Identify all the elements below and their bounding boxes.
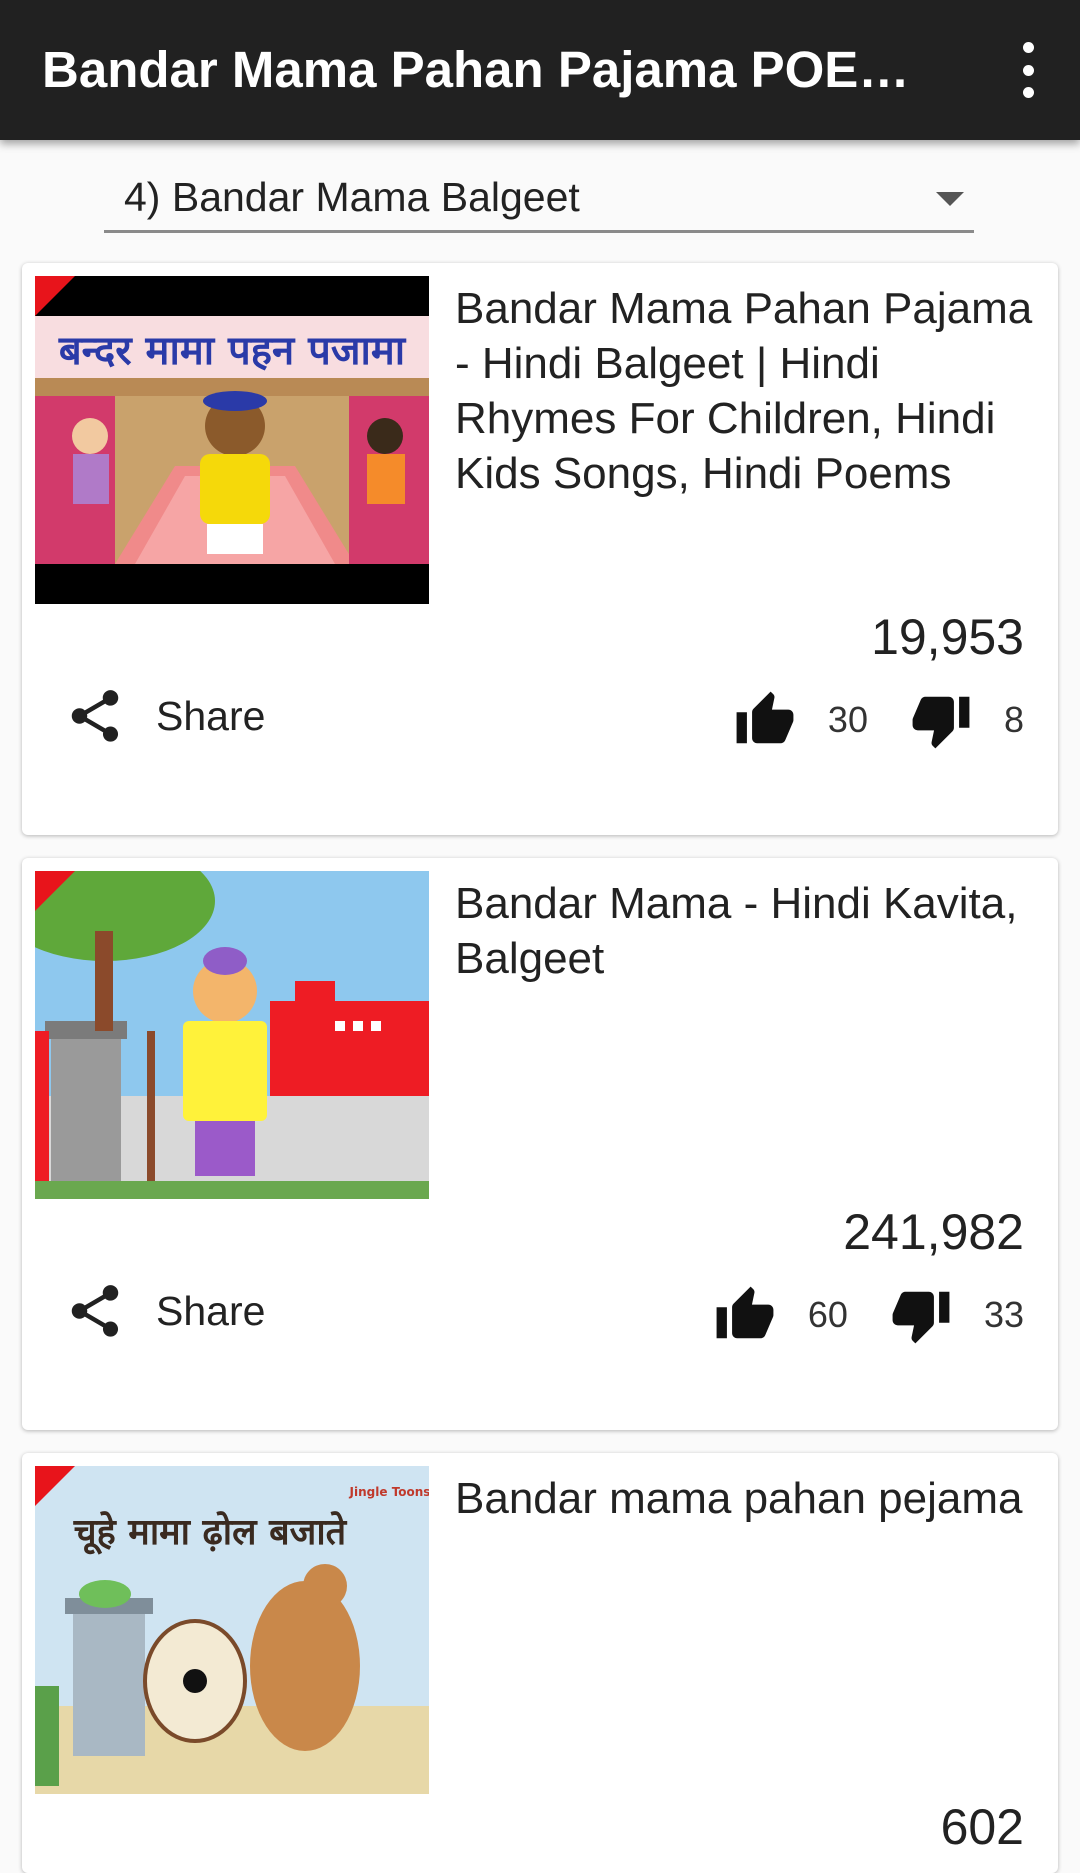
thumbnail-caption: चूहे मामा ढ़ोल बजाते: [73, 1511, 348, 1555]
thumb-up-icon[interactable]: [714, 1284, 776, 1346]
thumb-up-icon[interactable]: [734, 689, 796, 751]
vote-bar: 60 33: [714, 1280, 1024, 1350]
playlist-dropdown[interactable]: 4) Bandar Mama Balgeet: [104, 168, 974, 233]
app-title: Bandar Mama Pahan Pajama POEM...: [42, 41, 942, 98]
corner-ribbon: [35, 1466, 75, 1506]
view-count: 241,982: [843, 1204, 1024, 1260]
like-count: 60: [807, 1294, 848, 1335]
video-card: Bandar Mama - Hindi Kavita, Balgeet 241,…: [22, 858, 1058, 1430]
share-label: Share: [156, 692, 266, 739]
app-bar: Bandar Mama Pahan Pajama POEM...: [0, 0, 1080, 140]
view-count: 19,953: [871, 609, 1024, 665]
thumb-down-icon[interactable]: [890, 1284, 952, 1346]
video-card: बन्दर मामा पहन पजामा Bandar Mama Pahan P…: [22, 263, 1058, 835]
share-label: Share: [156, 1287, 266, 1334]
share-button[interactable]: Share: [64, 681, 265, 751]
video-title[interactable]: Bandar Mama - Hindi Kavita, Balgeet: [455, 876, 1040, 986]
vote-bar: 30 8: [734, 685, 1024, 755]
thumb-down-icon[interactable]: [910, 689, 972, 751]
view-count: 602: [940, 1799, 1024, 1855]
dislike-count: 8: [1003, 699, 1024, 740]
share-button[interactable]: Share: [64, 1276, 265, 1346]
dislike-count: 33: [983, 1294, 1024, 1335]
playlist-dropdown-value: 4) Bandar Mama Balgeet: [124, 174, 580, 220]
video-thumbnail[interactable]: [35, 871, 429, 1199]
corner-ribbon: [35, 871, 75, 911]
like-count: 30: [827, 699, 868, 740]
video-card: चूहे मामा ढ़ोल बजाते Jingle Toons Bandar…: [22, 1453, 1058, 1873]
video-thumbnail[interactable]: बन्दर मामा पहन पजामा: [35, 276, 429, 604]
more-vert-icon[interactable]: [1008, 42, 1048, 98]
dropdown-arrow-icon: [936, 192, 964, 206]
video-title[interactable]: Bandar mama pahan pejama: [455, 1471, 1040, 1526]
thumbnail-logo: Jingle Toons: [349, 1485, 429, 1499]
share-icon: [71, 1285, 119, 1337]
corner-ribbon: [35, 276, 75, 316]
thumbnail-caption: बन्दर मामा पहन पजामा: [58, 328, 407, 374]
video-thumbnail[interactable]: चूहे मामा ढ़ोल बजाते Jingle Toons: [35, 1466, 429, 1794]
share-icon: [71, 690, 119, 742]
video-title[interactable]: Bandar Mama Pahan Pajama - Hindi Balgeet…: [455, 281, 1040, 501]
